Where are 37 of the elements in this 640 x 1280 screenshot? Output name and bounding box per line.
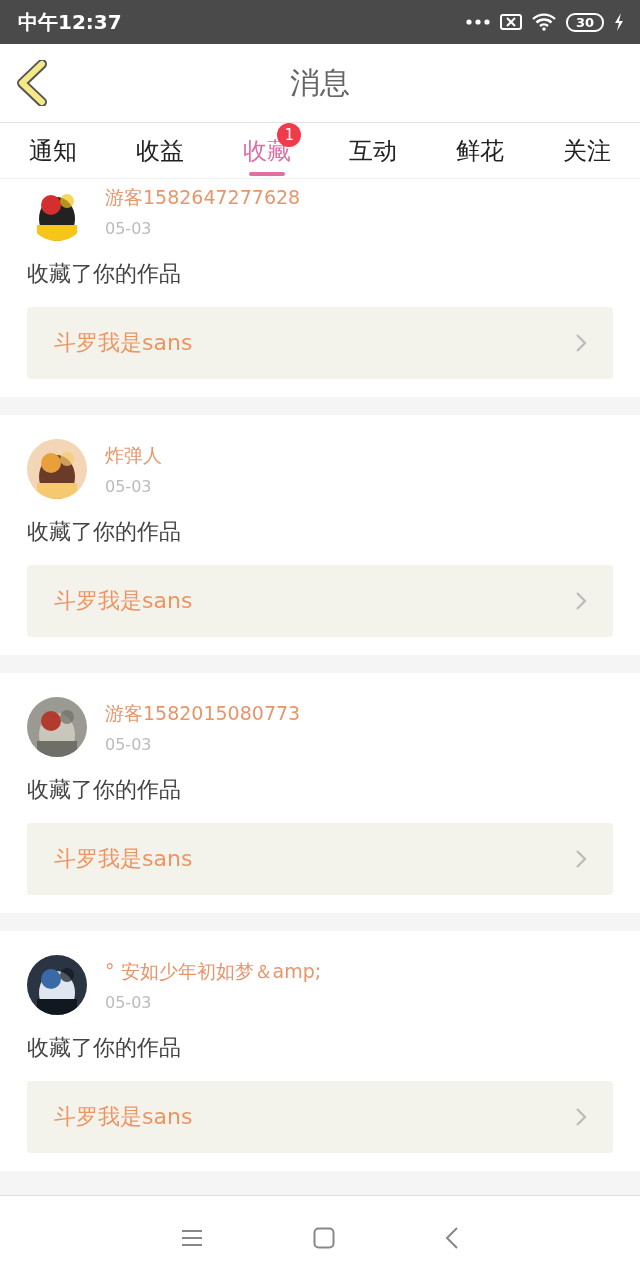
tab[interactable]: 收益 bbox=[106, 123, 214, 178]
message-date: 05-03 bbox=[105, 734, 153, 754]
sim-icon bbox=[499, 14, 522, 30]
work-link[interactable]: 斗罗我是sans bbox=[27, 823, 613, 895]
tab[interactable]: 互动 bbox=[320, 123, 427, 178]
charging-icon bbox=[614, 13, 624, 31]
user-name[interactable]: 游客1582647277628 bbox=[105, 184, 301, 211]
wifi-icon bbox=[531, 13, 556, 31]
message-date: 05-03 bbox=[105, 476, 153, 496]
message-text: 收藏了你的作品 bbox=[27, 1034, 182, 1062]
tab-indicator bbox=[248, 172, 285, 176]
menu-button[interactable] bbox=[181, 1229, 203, 1247]
battery-icon: 30 bbox=[565, 12, 604, 32]
chevron-icon bbox=[575, 591, 587, 611]
chevron-icon bbox=[575, 849, 587, 869]
message-date: 05-03 bbox=[105, 992, 153, 1012]
status-time: 中午12:37 bbox=[18, 8, 122, 36]
back-button[interactable] bbox=[14, 60, 50, 106]
message-text: 收藏了你的作品 bbox=[27, 776, 182, 804]
more-icon bbox=[465, 19, 490, 25]
page-title: 消息 bbox=[290, 63, 350, 102]
chevron-icon bbox=[575, 333, 587, 353]
user-name[interactable]: 游客1582015080773 bbox=[105, 700, 301, 727]
work-link[interactable]: 斗罗我是sans bbox=[27, 1081, 613, 1153]
message-text: 收藏了你的作品 bbox=[27, 260, 182, 288]
home-button[interactable] bbox=[313, 1227, 335, 1249]
work-link[interactable]: 斗罗我是sans bbox=[27, 307, 613, 379]
work-link[interactable]: 斗罗我是sans bbox=[27, 565, 613, 637]
tab[interactable]: 鲜花 bbox=[426, 123, 534, 178]
tab[interactable]: 关注 bbox=[533, 123, 640, 178]
user-name[interactable]: 炸弹人 bbox=[105, 442, 162, 469]
back-nav-button[interactable] bbox=[445, 1227, 459, 1249]
tab[interactable]: 通知 bbox=[0, 123, 107, 178]
chevron-icon bbox=[575, 1107, 587, 1127]
message-date: 05-03 bbox=[105, 218, 153, 238]
message-text: 收藏了你的作品 bbox=[27, 518, 182, 546]
user-name[interactable]: ° 安如少年初如梦＆amp; bbox=[105, 958, 322, 985]
